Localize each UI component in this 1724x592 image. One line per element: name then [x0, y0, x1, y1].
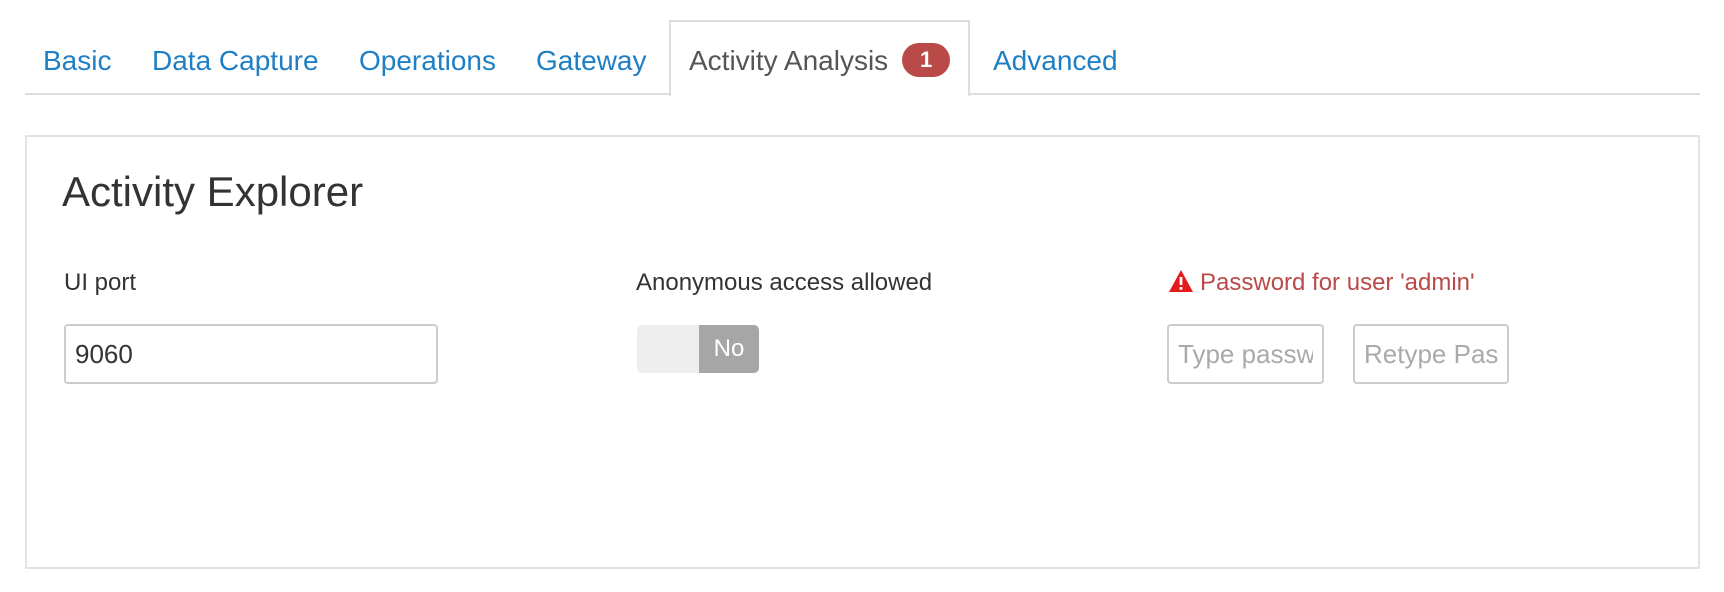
- alert-count-badge: 1: [902, 42, 951, 77]
- ui-port-label: UI port: [64, 269, 137, 296]
- ui-port-input[interactable]: [64, 324, 438, 384]
- retype-password-input[interactable]: [1353, 324, 1509, 384]
- tab-activity-analysis-label: Activity Analysis: [689, 45, 889, 76]
- admin-password-label-text: Password for user 'admin': [1200, 269, 1475, 296]
- toggle-state-label: No: [699, 325, 759, 373]
- password-input[interactable]: [1167, 324, 1324, 384]
- tab-bar: Basic Data Capture Operations Gateway Ac…: [25, 20, 1700, 97]
- tab-data-capture[interactable]: Data Capture: [152, 20, 319, 95]
- panel-title: Activity Explorer: [62, 168, 364, 215]
- activity-explorer-panel: Activity Explorer UI port Anonymous acce…: [25, 135, 1700, 569]
- anonymous-access-toggle[interactable]: No: [637, 325, 759, 373]
- tab-gateway[interactable]: Gateway: [536, 20, 647, 95]
- anonymous-access-label: Anonymous access allowed: [636, 269, 933, 296]
- tab-basic[interactable]: Basic: [43, 20, 111, 95]
- warning-icon: [1169, 270, 1193, 292]
- admin-password-label: Password for user 'admin': [1168, 269, 1475, 297]
- tab-activity-analysis[interactable]: Activity Analysis 1: [669, 20, 971, 97]
- tab-operations[interactable]: Operations: [359, 20, 496, 95]
- tab-advanced[interactable]: Advanced: [993, 20, 1118, 95]
